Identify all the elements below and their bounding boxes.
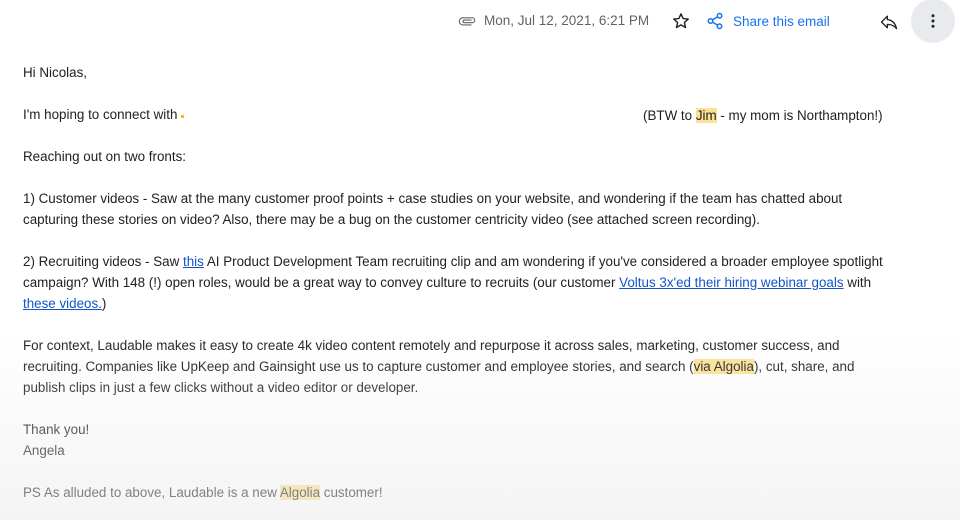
- these-videos-link[interactable]: these videos.: [23, 296, 102, 311]
- email-greeting: Hi Nicolas,: [23, 65, 87, 80]
- highlight-jim: Jim: [695, 108, 717, 123]
- ps-prefix: PS As alluded to above, Laudable is a ne…: [23, 485, 280, 500]
- item2-prefix: 2) Recruiting videos - Saw: [23, 254, 184, 269]
- highlight-via: via: [693, 359, 714, 374]
- signature: Angela: [23, 443, 65, 458]
- voltus-link[interactable]: Voltus 3x'ed their hiring webinar goals: [619, 275, 843, 290]
- email-signoff: Thank you! Angela: [23, 419, 943, 461]
- highlight-algolia: Algolia: [713, 359, 754, 374]
- item2-line1: 2) Recruiting videos - Saw this AI Produ…: [23, 251, 943, 272]
- more-options-button[interactable]: [911, 0, 955, 43]
- thanks-text: Thank you!: [23, 422, 90, 437]
- more-vert-icon: [931, 14, 935, 28]
- btw-prefix: (BTW to: [643, 108, 696, 123]
- email-date: Mon, Jul 12, 2021, 6:21 PM: [484, 13, 650, 28]
- email-context: For context, Laudable makes it easy to c…: [23, 335, 943, 398]
- item2-line2-prefix: campaign? With 148 (!) open roles, would…: [23, 275, 620, 290]
- this-link[interactable]: this: [183, 254, 204, 269]
- context-line2-suffix: ), cut, share, and: [753, 359, 855, 374]
- item1-line1: 1) Customer videos - Saw at the many cus…: [23, 191, 843, 206]
- email-item-2: 2) Recruiting videos - Saw this AI Produ…: [23, 251, 943, 314]
- item2-line2: campaign? With 148 (!) open roles, would…: [23, 272, 943, 293]
- context-line2: recruiting. Companies like UpKeep and Ga…: [23, 356, 943, 377]
- item2-line2-suffix: with: [843, 275, 872, 290]
- star-icon[interactable]: [671, 11, 691, 31]
- ps-suffix: customer!: [320, 485, 383, 500]
- redaction-marker: [181, 115, 185, 118]
- context-line1: For context, Laudable makes it easy to c…: [23, 338, 840, 353]
- item1-line2: capturing these stories on video? Also, …: [23, 212, 760, 227]
- email-fronts: Reaching out on two fronts:: [23, 149, 187, 164]
- btw-note: (BTW to Jim - my mom is Northampton!): [643, 105, 883, 126]
- reply-icon[interactable]: [879, 12, 899, 32]
- btw-suffix: - my mom is Northampton!): [716, 108, 883, 123]
- share-email-button[interactable]: Share this email: [706, 10, 830, 32]
- email-item-1: 1) Customer videos - Saw at the many cus…: [23, 188, 943, 230]
- share-icon: [707, 12, 723, 30]
- highlight-algolia-ps: Algolia: [279, 485, 321, 500]
- paperclip-icon: [458, 17, 476, 26]
- context-line2-prefix: recruiting. Companies like UpKeep and Ga…: [23, 359, 694, 374]
- email-ps: PS As alluded to above, Laudable is a ne…: [23, 482, 943, 503]
- share-email-label: Share this email: [733, 13, 830, 29]
- email-header-toolbar: Mon, Jul 12, 2021, 6:21 PM Share this em…: [0, 0, 960, 44]
- email-body: Hi Nicolas, I'm hoping to connect with (…: [23, 62, 943, 524]
- context-line3: publish clips in just a few clicks witho…: [23, 380, 419, 395]
- item2-close: ): [101, 296, 107, 311]
- item2-line3: these videos.): [23, 293, 943, 314]
- intro-text: I'm hoping to connect with: [23, 107, 178, 122]
- item2-rest: AI Product Development Team recruiting c…: [203, 254, 883, 269]
